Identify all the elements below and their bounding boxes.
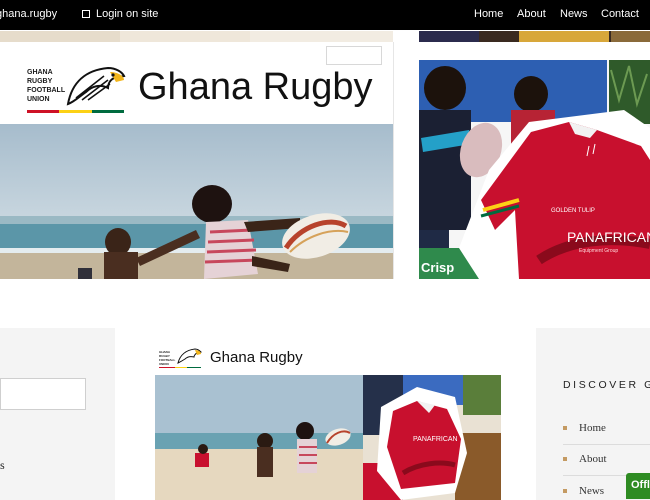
bullet-icon	[563, 457, 567, 461]
login-icon	[82, 10, 90, 18]
jersey-label: GOLDEN TULIP	[551, 208, 595, 214]
union-line: UNION	[27, 96, 50, 103]
offline-chat-button[interactable]: Offl	[626, 473, 650, 499]
hero-title: Ghana Rugby	[138, 66, 373, 108]
top-bar: ghana.rugby Login on site Home About New…	[0, 0, 650, 30]
sidebar-item-about[interactable]: About	[563, 453, 607, 465]
nav-home[interactable]: Home	[474, 8, 503, 20]
union-line: FOOTBALL	[27, 87, 66, 94]
card-jersey-brand-text: PANAFRICAN	[413, 436, 458, 443]
union-wordmark: GHANA RUGBY FOOTBALL UNION	[27, 68, 67, 104]
beach-photo	[0, 124, 393, 279]
flag-stripe	[27, 110, 124, 113]
search-input[interactable]	[0, 378, 86, 410]
login-link[interactable]: Login on site	[82, 8, 158, 20]
sponsor-sign-text: Crisp	[421, 260, 454, 275]
sidebar-item-label: Home	[579, 422, 606, 434]
login-label: Login on site	[96, 8, 159, 20]
hero-divider	[393, 42, 394, 279]
nav-about[interactable]: About	[517, 8, 546, 20]
card-title: Ghana Rugby	[210, 349, 303, 366]
sidebar-item-home[interactable]: Home	[563, 422, 606, 434]
sidebar-item-label: About	[579, 453, 607, 465]
nav-news[interactable]: News	[560, 8, 588, 20]
sidebar-item-news[interactable]: News	[563, 485, 604, 497]
hero-top-strip	[0, 30, 393, 42]
left-sidebar-text: s	[0, 458, 5, 472]
union-line: RUGBY	[27, 78, 53, 85]
left-sidebar-panel	[0, 328, 115, 500]
team-collage-photo: GOLDEN TULIP PANAFRICAN Equipment Group …	[419, 60, 650, 279]
sidebar-item-label: News	[579, 485, 605, 497]
bullet-icon	[563, 489, 567, 493]
union-line: GHANA	[27, 69, 53, 76]
eagle-logo-icon	[66, 66, 126, 106]
bullet-icon	[563, 426, 567, 430]
card-union-wordmark: GHANA RUGBY FOOTBALL UNION	[159, 350, 175, 366]
featured-image-card[interactable]: PANAFRICAN	[155, 343, 501, 500]
jersey-sub-text: Equipment Group	[579, 248, 618, 254]
card-union-line: UNION	[159, 362, 169, 366]
hero-blank-box	[326, 46, 382, 65]
site-name-link[interactable]: ghana.rugby	[0, 8, 57, 20]
card-eagle-logo-icon	[177, 348, 202, 364]
sidebar-divider	[563, 444, 650, 445]
sidebar-heading: DISCOVER GH	[563, 379, 650, 391]
jersey-brand-text: PANAFRICAN	[567, 229, 650, 245]
collage-top-strip	[419, 30, 650, 42]
nav-contact[interactable]: Contact	[601, 8, 639, 20]
